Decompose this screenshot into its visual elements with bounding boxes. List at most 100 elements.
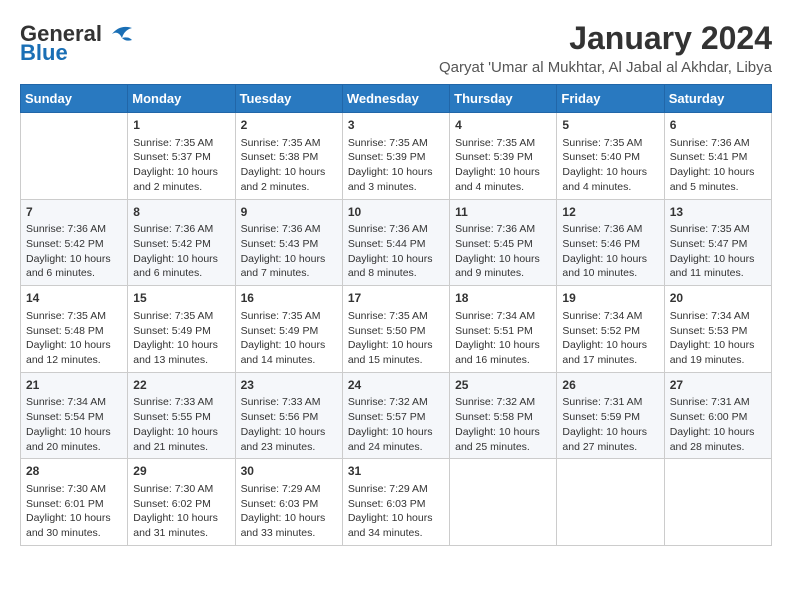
weekday-header-wednesday: Wednesday	[342, 85, 449, 113]
logo-bird-icon	[102, 20, 138, 48]
weekday-header-saturday: Saturday	[664, 85, 771, 113]
calendar-cell: 6 Sunrise: 7:36 AM Sunset: 5:41 PM Daylig…	[664, 113, 771, 200]
main-title: January 2024	[439, 20, 772, 57]
day-number: 31	[348, 463, 444, 480]
calendar-cell: 15Sunrise: 7:35 AM Sunset: 5:49 PM Dayli…	[128, 286, 235, 373]
calendar-cell: 24Sunrise: 7:32 AM Sunset: 5:57 PM Dayli…	[342, 372, 449, 459]
day-info: Sunrise: 7:36 AM Sunset: 5:45 PM Dayligh…	[455, 222, 551, 281]
day-number: 4	[455, 117, 551, 134]
day-number: 12	[562, 204, 658, 221]
calendar-cell: 21Sunrise: 7:34 AM Sunset: 5:54 PM Dayli…	[21, 372, 128, 459]
calendar-week-row: 1 Sunrise: 7:35 AM Sunset: 5:37 PM Daylig…	[21, 113, 772, 200]
day-info: Sunrise: 7:32 AM Sunset: 5:58 PM Dayligh…	[455, 395, 551, 454]
calendar-cell: 17 Sunrise: 7:35 AM Sunset: 5:50 PM Dayli…	[342, 286, 449, 373]
calendar-cell: 23Sunrise: 7:33 AM Sunset: 5:56 PM Dayli…	[235, 372, 342, 459]
day-info: Sunrise: 7:34 AM Sunset: 5:52 PM Dayligh…	[562, 309, 658, 368]
calendar-cell: 11Sunrise: 7:36 AM Sunset: 5:45 PM Dayli…	[450, 199, 557, 286]
day-info: Sunrise: 7:29 AM Sunset: 6:03 PM Dayligh…	[348, 482, 444, 541]
day-info: Sunrise: 7:36 AM Sunset: 5:42 PM Dayligh…	[26, 222, 122, 281]
day-info: Sunrise: 7:36 AM Sunset: 5:41 PM Dayligh…	[670, 136, 766, 195]
calendar-cell	[664, 459, 771, 546]
calendar-cell: 27Sunrise: 7:31 AM Sunset: 6:00 PM Dayli…	[664, 372, 771, 459]
day-number: 29	[133, 463, 229, 480]
day-info: Sunrise: 7:35 AM Sunset: 5:50 PM Dayligh…	[348, 309, 444, 368]
day-info: Sunrise: 7:35 AM Sunset: 5:40 PM Dayligh…	[562, 136, 658, 195]
day-number: 5	[562, 117, 658, 134]
weekday-header-friday: Friday	[557, 85, 664, 113]
day-info: Sunrise: 7:30 AM Sunset: 6:02 PM Dayligh…	[133, 482, 229, 541]
day-number: 23	[241, 377, 337, 394]
calendar-cell: 5 Sunrise: 7:35 AM Sunset: 5:40 PM Daylig…	[557, 113, 664, 200]
weekday-header-tuesday: Tuesday	[235, 85, 342, 113]
day-number: 27	[670, 377, 766, 394]
day-info: Sunrise: 7:33 AM Sunset: 5:56 PM Dayligh…	[241, 395, 337, 454]
calendar-cell: 9Sunrise: 7:36 AM Sunset: 5:43 PM Daylig…	[235, 199, 342, 286]
day-number: 25	[455, 377, 551, 394]
calendar-cell: 25Sunrise: 7:32 AM Sunset: 5:58 PM Dayli…	[450, 372, 557, 459]
day-number: 1	[133, 117, 229, 134]
calendar-cell: 22Sunrise: 7:33 AM Sunset: 5:55 PM Dayli…	[128, 372, 235, 459]
calendar-cell: 30 Sunrise: 7:29 AM Sunset: 6:03 PM Dayli…	[235, 459, 342, 546]
day-info: Sunrise: 7:35 AM Sunset: 5:49 PM Dayligh…	[133, 309, 229, 368]
logo: General Blue	[20, 20, 138, 66]
calendar-week-row: 21Sunrise: 7:34 AM Sunset: 5:54 PM Dayli…	[21, 372, 772, 459]
day-number: 24	[348, 377, 444, 394]
weekday-header-monday: Monday	[128, 85, 235, 113]
day-info: Sunrise: 7:35 AM Sunset: 5:48 PM Dayligh…	[26, 309, 122, 368]
day-info: Sunrise: 7:33 AM Sunset: 5:55 PM Dayligh…	[133, 395, 229, 454]
day-info: Sunrise: 7:35 AM Sunset: 5:37 PM Dayligh…	[133, 136, 229, 195]
day-number: 28	[26, 463, 122, 480]
calendar-cell: 2Sunrise: 7:35 AM Sunset: 5:38 PM Daylig…	[235, 113, 342, 200]
calendar-cell: 14 Sunrise: 7:35 AM Sunset: 5:48 PM Dayli…	[21, 286, 128, 373]
calendar-cell: 3Sunrise: 7:35 AM Sunset: 5:39 PM Daylig…	[342, 113, 449, 200]
calendar-cell: 4 Sunrise: 7:35 AM Sunset: 5:39 PM Daylig…	[450, 113, 557, 200]
day-number: 11	[455, 204, 551, 221]
day-info: Sunrise: 7:34 AM Sunset: 5:51 PM Dayligh…	[455, 309, 551, 368]
day-info: Sunrise: 7:31 AM Sunset: 6:00 PM Dayligh…	[670, 395, 766, 454]
day-info: Sunrise: 7:36 AM Sunset: 5:43 PM Dayligh…	[241, 222, 337, 281]
day-number: 17	[348, 290, 444, 307]
day-number: 6	[670, 117, 766, 134]
day-info: Sunrise: 7:32 AM Sunset: 5:57 PM Dayligh…	[348, 395, 444, 454]
page-header: General Blue January 2024 Qaryat 'Umar a…	[20, 20, 772, 76]
day-number: 9	[241, 204, 337, 221]
day-number: 20	[670, 290, 766, 307]
day-info: Sunrise: 7:31 AM Sunset: 5:59 PM Dayligh…	[562, 395, 658, 454]
weekday-header-thursday: Thursday	[450, 85, 557, 113]
calendar-cell: 29 Sunrise: 7:30 AM Sunset: 6:02 PM Dayli…	[128, 459, 235, 546]
calendar-cell	[557, 459, 664, 546]
calendar-week-row: 14 Sunrise: 7:35 AM Sunset: 5:48 PM Dayli…	[21, 286, 772, 373]
calendar-week-row: 7Sunrise: 7:36 AM Sunset: 5:42 PM Daylig…	[21, 199, 772, 286]
day-number: 19	[562, 290, 658, 307]
calendar-cell	[21, 113, 128, 200]
calendar-cell: 16Sunrise: 7:35 AM Sunset: 5:49 PM Dayli…	[235, 286, 342, 373]
calendar-cell: 28Sunrise: 7:30 AM Sunset: 6:01 PM Dayli…	[21, 459, 128, 546]
day-number: 8	[133, 204, 229, 221]
day-number: 21	[26, 377, 122, 394]
day-info: Sunrise: 7:34 AM Sunset: 5:53 PM Dayligh…	[670, 309, 766, 368]
day-number: 10	[348, 204, 444, 221]
day-number: 13	[670, 204, 766, 221]
day-info: Sunrise: 7:35 AM Sunset: 5:49 PM Dayligh…	[241, 309, 337, 368]
calendar-cell	[450, 459, 557, 546]
calendar-table: SundayMondayTuesdayWednesdayThursdayFrid…	[20, 84, 772, 546]
weekday-header-row: SundayMondayTuesdayWednesdayThursdayFrid…	[21, 85, 772, 113]
calendar-cell: 20 Sunrise: 7:34 AM Sunset: 5:53 PM Dayli…	[664, 286, 771, 373]
day-info: Sunrise: 7:35 AM Sunset: 5:39 PM Dayligh…	[455, 136, 551, 195]
calendar-cell: 31 Sunrise: 7:29 AM Sunset: 6:03 PM Dayli…	[342, 459, 449, 546]
day-number: 26	[562, 377, 658, 394]
day-info: Sunrise: 7:35 AM Sunset: 5:47 PM Dayligh…	[670, 222, 766, 281]
calendar-cell: 7Sunrise: 7:36 AM Sunset: 5:42 PM Daylig…	[21, 199, 128, 286]
day-number: 3	[348, 117, 444, 134]
calendar-cell: 1 Sunrise: 7:35 AM Sunset: 5:37 PM Daylig…	[128, 113, 235, 200]
day-number: 14	[26, 290, 122, 307]
logo-blue: Blue	[20, 40, 68, 66]
calendar-cell: 26Sunrise: 7:31 AM Sunset: 5:59 PM Dayli…	[557, 372, 664, 459]
day-info: Sunrise: 7:34 AM Sunset: 5:54 PM Dayligh…	[26, 395, 122, 454]
day-info: Sunrise: 7:29 AM Sunset: 6:03 PM Dayligh…	[241, 482, 337, 541]
day-number: 2	[241, 117, 337, 134]
calendar-cell: 13Sunrise: 7:35 AM Sunset: 5:47 PM Dayli…	[664, 199, 771, 286]
calendar-cell: 12Sunrise: 7:36 AM Sunset: 5:46 PM Dayli…	[557, 199, 664, 286]
day-number: 30	[241, 463, 337, 480]
title-section: January 2024 Qaryat 'Umar al Mukhtar, Al…	[439, 20, 772, 76]
